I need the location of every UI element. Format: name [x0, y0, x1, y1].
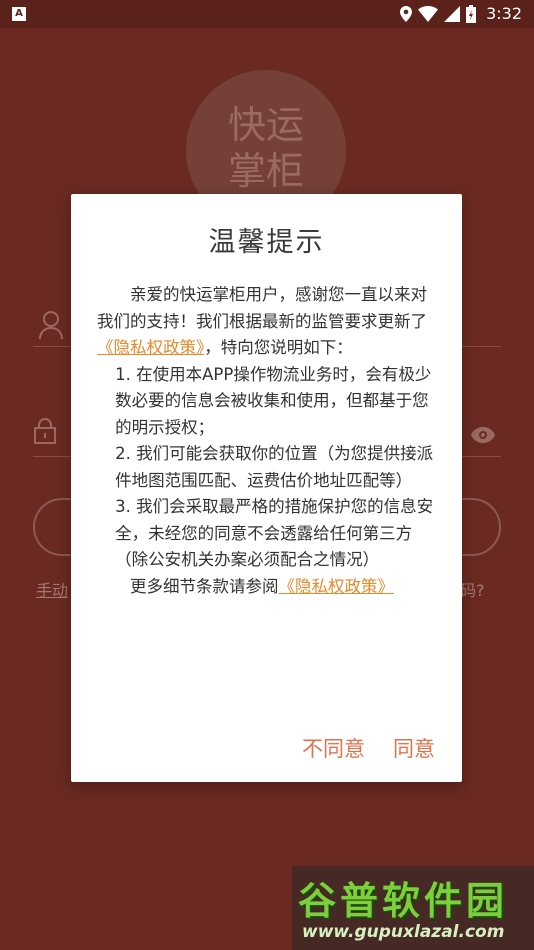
dialog-title: 温馨提示	[208, 227, 325, 258]
agree-button[interactable]: 同意	[393, 733, 435, 763]
more-paragraph: 更多细节条款请参阅《隐私权政策》	[97, 574, 443, 601]
manual-link[interactable]: 手动	[36, 577, 68, 601]
lock-icon	[34, 418, 56, 444]
forgot-password-link[interactable]: 码?	[460, 577, 485, 601]
watermark-url: www.gupuxlazal.com	[302, 922, 505, 942]
intro-text: 亲爱的快运掌柜用户，感谢您一直以来对我们的支持！我们根据最新的监管要求更新了	[97, 285, 427, 331]
clock: 3:32	[486, 4, 522, 23]
status-bar: A 3:32	[0, 0, 534, 28]
privacy-dialog: 温馨提示 亲爱的快运掌柜用户，感谢您一直以来对我们的支持！我们根据最新的监管要求…	[71, 194, 462, 782]
intro-paragraph: 亲爱的快运掌柜用户，感谢您一直以来对我们的支持！我们根据最新的监管要求更新了《隐…	[97, 282, 443, 362]
list-item: 3. 我们会采取最严格的措施保护您的信息安全，未经您的同意不会透露给任何第三方（…	[115, 497, 434, 569]
wifi-icon	[418, 5, 439, 22]
more-text: 更多细节条款请参阅	[130, 576, 279, 596]
privacy-policy-link[interactable]: 《隐私权政策》	[97, 338, 204, 357]
dialog-body: 亲爱的快运掌柜用户，感谢您一直以来对我们的支持！我们根据最新的监管要求更新了《隐…	[97, 282, 443, 600]
logo-text: 快运 掌柜	[227, 103, 304, 193]
show-password-icon[interactable]	[470, 426, 496, 444]
signal-icon	[444, 5, 461, 22]
intro-suffix: ，特向您说明如下：	[204, 338, 353, 357]
dialog-actions: 不同意 同意	[302, 733, 435, 763]
user-icon	[39, 311, 63, 340]
list-item: 2. 我们可能会获取你的位置（为您提供接派件地图范围匹配、运费估价地址匹配等）	[115, 444, 434, 490]
disagree-button[interactable]: 不同意	[302, 733, 365, 763]
app-notification-icon: A	[12, 7, 26, 21]
list-item: 1. 在使用本APP操作物流业务时，会有极少数必要的信息会被收集和使用，但都基于…	[115, 364, 432, 437]
watermark-title: 谷普软件园	[298, 879, 509, 923]
location-icon	[400, 5, 413, 22]
privacy-policy-link-2[interactable]: 《隐私权政策》	[279, 577, 395, 596]
watermark: 谷普软件园 www.gupuxlazal.com	[292, 866, 534, 950]
battery-icon	[466, 4, 477, 23]
